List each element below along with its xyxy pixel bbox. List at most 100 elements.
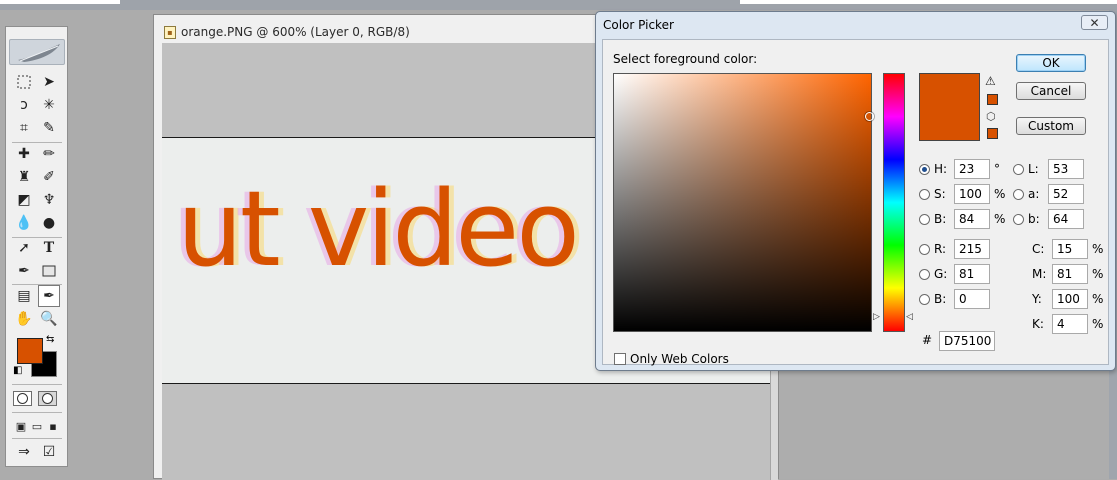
lab-l-radio[interactable] <box>1013 163 1024 175</box>
slice-tool-icon[interactable]: ✎ <box>38 117 60 139</box>
hex-label: # <box>922 333 933 347</box>
lab-l-field[interactable]: 53 <box>1048 159 1084 179</box>
magenta-row: M: 81 % <box>1032 264 1103 284</box>
standard-mode-icon[interactable] <box>13 391 32 406</box>
toolbox-divider <box>12 384 62 385</box>
move-tool-icon[interactable]: ➤ <box>38 71 60 93</box>
hue-radio[interactable] <box>919 163 930 175</box>
blue-field[interactable]: 0 <box>954 289 990 309</box>
black-unit: % <box>1092 317 1104 331</box>
zoom-tool-icon[interactable]: 🔍 <box>38 308 60 330</box>
hue-label: H: <box>934 162 948 176</box>
paint-bucket-tool-icon[interactable]: ♆ <box>38 189 60 211</box>
jump-to-imageready-icon[interactable]: ⇒ <box>13 441 35 463</box>
hue-slider-left-arrow-icon[interactable]: ▷ <box>873 312 880 322</box>
select-foreground-label: Select foreground color: <box>613 52 758 66</box>
saturation-field[interactable]: 100 <box>954 184 990 204</box>
out-of-gamut-warning-icon[interactable]: ⚠ <box>985 74 996 88</box>
cyan-row: C: 15 % <box>1032 239 1103 259</box>
web-safe-warning-icon[interactable]: ⬡ <box>986 110 996 123</box>
magenta-field[interactable]: 81 <box>1052 264 1088 284</box>
document-title-bar[interactable]: ▪ orange.PNG @ 600% (Layer 0, RGB/8) <box>164 23 410 41</box>
hue-row: H: 23 ° <box>919 159 1000 179</box>
black-label: K: <box>1032 317 1044 331</box>
toolbox-divider <box>12 438 62 439</box>
hand-tool-icon[interactable]: ✋ <box>13 308 35 330</box>
blur-tool-icon[interactable]: 💧 <box>13 212 35 234</box>
gamut-correction-swatch[interactable] <box>987 94 998 105</box>
cancel-button[interactable]: Cancel <box>1016 82 1086 100</box>
close-icon[interactable]: ✕ <box>1081 15 1108 30</box>
saturation-radio[interactable] <box>919 188 930 200</box>
blue-radio[interactable] <box>919 293 930 305</box>
black-row: K: 4 % <box>1032 314 1103 334</box>
custom-button[interactable]: Custom <box>1016 117 1086 135</box>
lab-b-field[interactable]: 64 <box>1048 209 1084 229</box>
notes-tool-icon[interactable]: ▤ <box>13 285 35 307</box>
quick-mask-mode-icon[interactable] <box>38 391 57 406</box>
hex-field[interactable]: D75100 <box>939 331 995 351</box>
lasso-tool-icon[interactable]: ↄ <box>13 94 35 116</box>
history-brush-tool-icon[interactable]: ✐ <box>38 166 60 188</box>
hue-unit: ° <box>994 162 1000 176</box>
black-field[interactable]: 4 <box>1052 314 1088 334</box>
new-color-swatch <box>919 73 980 141</box>
strip-segment <box>740 0 1117 4</box>
lab-b-row: b: 64 <box>1013 209 1084 229</box>
brightness-field[interactable]: 84 <box>954 209 990 229</box>
healing-brush-tool-icon[interactable]: ✚ <box>13 143 35 165</box>
document-title: orange.PNG @ 600% (Layer 0, RGB/8) <box>181 25 410 39</box>
yellow-label: Y: <box>1032 292 1042 306</box>
saturation-unit: % <box>994 187 1006 201</box>
lab-l-row: L: 53 <box>1013 159 1084 179</box>
green-row: G: 81 <box>919 264 990 284</box>
hue-slider[interactable] <box>883 73 905 332</box>
eyedropper-tool-icon[interactable]: ✒ <box>38 285 60 307</box>
red-row: R: 215 <box>919 239 990 259</box>
strip-segment <box>0 0 120 4</box>
hue-slider-right-arrow-icon[interactable]: ◁ <box>906 312 913 322</box>
brightness-unit: % <box>994 212 1006 226</box>
red-field[interactable]: 215 <box>954 239 990 259</box>
only-web-colors-checkbox[interactable] <box>614 353 626 365</box>
only-web-colors-option[interactable]: Only Web Colors <box>614 352 729 366</box>
lab-a-radio[interactable] <box>1013 188 1024 200</box>
dodge-tool-icon[interactable]: ● <box>38 212 60 234</box>
edit-in-imageready-icon[interactable]: ☑ <box>38 441 60 463</box>
foreground-color-swatch[interactable] <box>17 338 43 364</box>
yellow-field[interactable]: 100 <box>1052 289 1088 309</box>
type-tool-icon[interactable]: T <box>38 237 60 259</box>
blue-label: B: <box>934 292 947 306</box>
swap-colors-icon[interactable]: ⇆ <box>46 334 54 345</box>
green-radio[interactable] <box>919 268 930 280</box>
marquee-tool-icon[interactable] <box>13 71 35 93</box>
shape-tool-icon[interactable] <box>38 260 60 282</box>
pen-tool-icon[interactable]: ✒ <box>13 260 35 282</box>
color-field-marker[interactable] <box>865 112 874 121</box>
lab-b-radio[interactable] <box>1013 213 1024 225</box>
eraser-tool-icon[interactable]: ◩ <box>13 189 35 211</box>
photoshop-feather-logo[interactable] <box>9 39 65 65</box>
brush-tool-icon[interactable]: ✏ <box>38 143 60 165</box>
cyan-field[interactable]: 15 <box>1052 239 1088 259</box>
hue-field[interactable]: 23 <box>954 159 990 179</box>
crop-tool-icon[interactable]: ⌗ <box>13 117 35 139</box>
full-screen-mode-icon[interactable]: ▪ <box>42 415 64 437</box>
path-selection-tool-icon[interactable]: ➚ <box>13 237 35 259</box>
brightness-radio[interactable] <box>919 213 930 225</box>
yellow-unit: % <box>1092 292 1104 306</box>
toolbox-divider <box>12 412 62 413</box>
clone-stamp-tool-icon[interactable]: ♜ <box>13 166 35 188</box>
web-safe-correction-swatch[interactable] <box>987 128 998 139</box>
brightness-label: B: <box>934 212 947 226</box>
lab-a-field[interactable]: 52 <box>1048 184 1084 204</box>
lab-a-label: a: <box>1028 187 1040 201</box>
default-colors-icon[interactable]: ◧ <box>13 365 22 376</box>
saturation-brightness-field[interactable] <box>613 73 874 332</box>
green-field[interactable]: 81 <box>954 264 990 284</box>
red-radio[interactable] <box>919 243 930 255</box>
ok-button[interactable]: OK <box>1016 54 1086 72</box>
magic-wand-tool-icon[interactable]: ✳ <box>38 94 60 116</box>
saturation-row: S: 100 % <box>919 184 1005 204</box>
tools-panel: ➤ ↄ ✳ ⌗ ✎ ✚ ✏ ♜ ✐ ◩ ♆ 💧 ● ➚ T ✒ ▤ ✒ ✋ 🔍 … <box>5 26 68 467</box>
